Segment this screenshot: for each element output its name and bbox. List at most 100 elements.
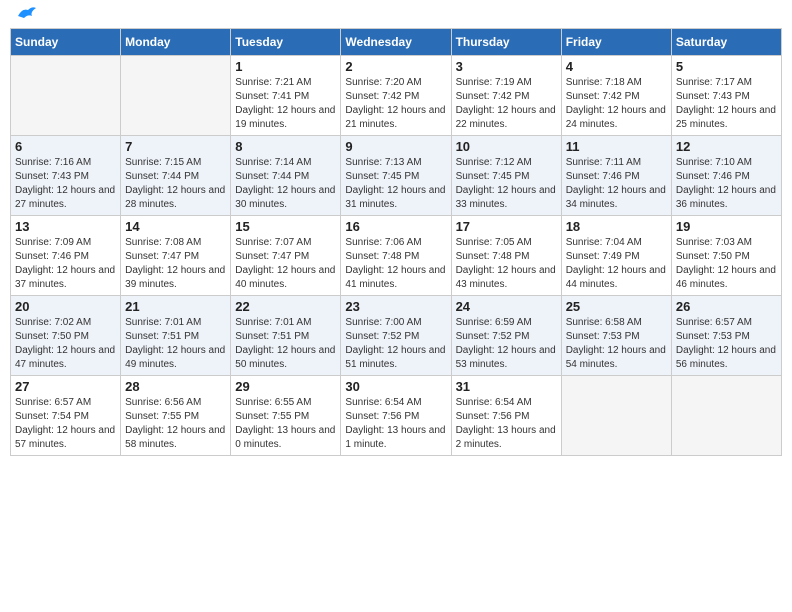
calendar-cell: 2 Sunrise: 7:20 AM Sunset: 7:42 PM Daylig… (341, 56, 451, 136)
day-info: Sunrise: 7:04 AM Sunset: 7:49 PM Dayligh… (566, 236, 667, 292)
day-info: Sunrise: 7:08 AM Sunset: 7:47 PM Dayligh… (125, 236, 226, 292)
day-info: Sunrise: 7:16 AM Sunset: 7:43 PM Dayligh… (15, 156, 116, 212)
calendar-cell: 10 Sunrise: 7:12 AM Sunset: 7:45 PM Dayli… (451, 136, 561, 216)
day-number: 29 (235, 379, 336, 394)
day-number: 21 (125, 299, 226, 314)
day-number: 16 (345, 219, 446, 234)
day-info: Sunrise: 7:19 AM Sunset: 7:42 PM Dayligh… (456, 76, 557, 132)
day-info: Sunrise: 7:11 AM Sunset: 7:46 PM Dayligh… (566, 156, 667, 212)
day-info: Sunrise: 7:07 AM Sunset: 7:47 PM Dayligh… (235, 236, 336, 292)
calendar-cell: 22 Sunrise: 7:01 AM Sunset: 7:51 PM Dayli… (231, 296, 341, 376)
calendar-week-4: 20Sunrise: 7:02 AM Sunset: 7:50 PM Dayli… (11, 296, 782, 376)
day-info: Sunrise: 6:57 AM Sunset: 7:54 PM Dayligh… (15, 396, 116, 452)
day-number: 22 (235, 299, 336, 314)
day-info: Sunrise: 6:59 AM Sunset: 7:52 PM Dayligh… (456, 316, 557, 372)
calendar-week-5: 27Sunrise: 6:57 AM Sunset: 7:54 PM Dayli… (11, 376, 782, 456)
day-number: 31 (456, 379, 557, 394)
day-number: 2 (345, 59, 446, 74)
calendar-header-row: SundayMondayTuesdayWednesdayThursdayFrid… (11, 29, 782, 56)
day-info: Sunrise: 6:58 AM Sunset: 7:53 PM Dayligh… (566, 316, 667, 372)
day-header-monday: Monday (121, 29, 231, 56)
calendar-cell: 19 Sunrise: 7:03 AM Sunset: 7:50 PM Dayli… (671, 216, 781, 296)
day-info: Sunrise: 7:02 AM Sunset: 7:50 PM Dayligh… (15, 316, 116, 372)
calendar-cell: 5 Sunrise: 7:17 AM Sunset: 7:43 PM Daylig… (671, 56, 781, 136)
calendar-cell: 28 Sunrise: 6:56 AM Sunset: 7:55 PM Dayli… (121, 376, 231, 456)
calendar-table: SundayMondayTuesdayWednesdayThursdayFrid… (10, 28, 782, 456)
day-info: Sunrise: 7:01 AM Sunset: 7:51 PM Dayligh… (125, 316, 226, 372)
day-info: Sunrise: 7:18 AM Sunset: 7:42 PM Dayligh… (566, 76, 667, 132)
day-info: Sunrise: 7:01 AM Sunset: 7:51 PM Dayligh… (235, 316, 336, 372)
logo (14, 10, 38, 20)
calendar-cell: 14 Sunrise: 7:08 AM Sunset: 7:47 PM Dayli… (121, 216, 231, 296)
day-number: 10 (456, 139, 557, 154)
day-header-sunday: Sunday (11, 29, 121, 56)
day-number: 9 (345, 139, 446, 154)
calendar-cell: 8 Sunrise: 7:14 AM Sunset: 7:44 PM Daylig… (231, 136, 341, 216)
calendar-cell: 31 Sunrise: 6:54 AM Sunset: 7:56 PM Dayli… (451, 376, 561, 456)
day-header-saturday: Saturday (671, 29, 781, 56)
day-number: 24 (456, 299, 557, 314)
calendar-cell: 29 Sunrise: 6:55 AM Sunset: 7:55 PM Dayli… (231, 376, 341, 456)
calendar-cell: 20Sunrise: 7:02 AM Sunset: 7:50 PM Dayli… (11, 296, 121, 376)
day-info: Sunrise: 7:20 AM Sunset: 7:42 PM Dayligh… (345, 76, 446, 132)
calendar-cell (121, 56, 231, 136)
calendar-cell: 24 Sunrise: 6:59 AM Sunset: 7:52 PM Dayli… (451, 296, 561, 376)
calendar-cell: 7 Sunrise: 7:15 AM Sunset: 7:44 PM Daylig… (121, 136, 231, 216)
day-info: Sunrise: 7:09 AM Sunset: 7:46 PM Dayligh… (15, 236, 116, 292)
day-header-thursday: Thursday (451, 29, 561, 56)
day-number: 19 (676, 219, 777, 234)
calendar-cell: 17 Sunrise: 7:05 AM Sunset: 7:48 PM Dayli… (451, 216, 561, 296)
calendar-cell: 3 Sunrise: 7:19 AM Sunset: 7:42 PM Daylig… (451, 56, 561, 136)
day-number: 4 (566, 59, 667, 74)
day-number: 15 (235, 219, 336, 234)
calendar-cell: 21 Sunrise: 7:01 AM Sunset: 7:51 PM Dayli… (121, 296, 231, 376)
day-header-friday: Friday (561, 29, 671, 56)
day-header-tuesday: Tuesday (231, 29, 341, 56)
day-info: Sunrise: 6:57 AM Sunset: 7:53 PM Dayligh… (676, 316, 777, 372)
calendar-cell: 25 Sunrise: 6:58 AM Sunset: 7:53 PM Dayli… (561, 296, 671, 376)
day-number: 17 (456, 219, 557, 234)
calendar-cell (561, 376, 671, 456)
day-header-wednesday: Wednesday (341, 29, 451, 56)
day-number: 3 (456, 59, 557, 74)
day-number: 11 (566, 139, 667, 154)
calendar-cell: 23Sunrise: 7:00 AM Sunset: 7:52 PM Dayli… (341, 296, 451, 376)
day-number: 23 (345, 299, 446, 314)
day-number: 26 (676, 299, 777, 314)
day-info: Sunrise: 7:05 AM Sunset: 7:48 PM Dayligh… (456, 236, 557, 292)
day-number: 25 (566, 299, 667, 314)
calendar-cell (671, 376, 781, 456)
calendar-cell: 13 Sunrise: 7:09 AM Sunset: 7:46 PM Dayli… (11, 216, 121, 296)
day-info: Sunrise: 7:13 AM Sunset: 7:45 PM Dayligh… (345, 156, 446, 212)
day-number: 13 (15, 219, 116, 234)
calendar-cell: 30Sunrise: 6:54 AM Sunset: 7:56 PM Dayli… (341, 376, 451, 456)
day-info: Sunrise: 6:54 AM Sunset: 7:56 PM Dayligh… (456, 396, 557, 452)
day-number: 12 (676, 139, 777, 154)
calendar-cell (11, 56, 121, 136)
calendar-week-1: 1 Sunrise: 7:21 AM Sunset: 7:41 PM Daylig… (11, 56, 782, 136)
calendar-cell: 26 Sunrise: 6:57 AM Sunset: 7:53 PM Dayli… (671, 296, 781, 376)
day-number: 14 (125, 219, 226, 234)
day-info: Sunrise: 7:03 AM Sunset: 7:50 PM Dayligh… (676, 236, 777, 292)
day-info: Sunrise: 7:21 AM Sunset: 7:41 PM Dayligh… (235, 76, 336, 132)
calendar-week-3: 13 Sunrise: 7:09 AM Sunset: 7:46 PM Dayli… (11, 216, 782, 296)
day-info: Sunrise: 7:14 AM Sunset: 7:44 PM Dayligh… (235, 156, 336, 212)
day-number: 28 (125, 379, 226, 394)
day-info: Sunrise: 7:15 AM Sunset: 7:44 PM Dayligh… (125, 156, 226, 212)
calendar-cell: 1 Sunrise: 7:21 AM Sunset: 7:41 PM Daylig… (231, 56, 341, 136)
day-number: 30 (345, 379, 446, 394)
day-info: Sunrise: 6:55 AM Sunset: 7:55 PM Dayligh… (235, 396, 336, 452)
day-info: Sunrise: 7:12 AM Sunset: 7:45 PM Dayligh… (456, 156, 557, 212)
calendar-week-2: 6Sunrise: 7:16 AM Sunset: 7:43 PM Daylig… (11, 136, 782, 216)
day-number: 1 (235, 59, 336, 74)
calendar-cell: 12Sunrise: 7:10 AM Sunset: 7:46 PM Dayli… (671, 136, 781, 216)
day-number: 7 (125, 139, 226, 154)
day-number: 8 (235, 139, 336, 154)
day-number: 5 (676, 59, 777, 74)
calendar-cell: 11 Sunrise: 7:11 AM Sunset: 7:46 PM Dayli… (561, 136, 671, 216)
day-info: Sunrise: 6:56 AM Sunset: 7:55 PM Dayligh… (125, 396, 226, 452)
page-header (10, 10, 782, 20)
day-info: Sunrise: 7:17 AM Sunset: 7:43 PM Dayligh… (676, 76, 777, 132)
calendar-cell: 6Sunrise: 7:16 AM Sunset: 7:43 PM Daylig… (11, 136, 121, 216)
calendar-cell: 27Sunrise: 6:57 AM Sunset: 7:54 PM Dayli… (11, 376, 121, 456)
